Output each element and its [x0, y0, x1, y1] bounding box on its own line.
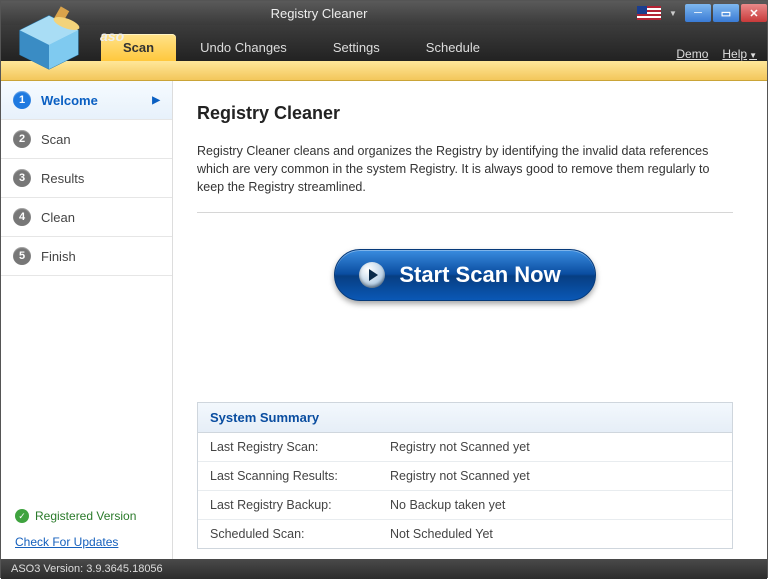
summary-row: Last Scanning Results:Registry not Scann…: [198, 462, 732, 491]
wizard-sidebar: 1 Welcome ▶ 2 Scan 3 Results 4 Clean 5 F…: [1, 81, 173, 559]
tab-settings[interactable]: Settings: [311, 34, 402, 61]
demo-link[interactable]: Demo: [676, 47, 708, 61]
divider: [197, 212, 733, 213]
brand-label: aso: [100, 28, 124, 44]
sidebar-step-scan[interactable]: 2 Scan: [1, 120, 172, 159]
status-version: ASO3 Version: 3.9.3645.18056: [11, 563, 163, 575]
window-title: Registry Cleaner: [1, 6, 637, 21]
summary-row: Scheduled Scan:Not Scheduled Yet: [198, 520, 732, 548]
chevron-down-icon: ▼: [749, 51, 757, 60]
summary-heading: System Summary: [198, 403, 732, 433]
tab-undo-changes[interactable]: Undo Changes: [178, 34, 309, 61]
minimize-button[interactable]: ─: [685, 4, 711, 22]
step-label: Scan: [41, 132, 71, 147]
play-icon: [359, 262, 385, 288]
step-number-icon: 2: [13, 130, 31, 148]
page-description: Registry Cleaner cleans and organizes th…: [197, 142, 733, 196]
sidebar-step-results[interactable]: 3 Results: [1, 159, 172, 198]
step-number-icon: 5: [13, 247, 31, 265]
step-label: Clean: [41, 210, 75, 225]
step-number-icon: 1: [13, 91, 31, 109]
system-summary-panel: System Summary Last Registry Scan:Regist…: [197, 402, 733, 549]
check-for-updates-link[interactable]: Check For Updates: [15, 535, 158, 549]
locale-dropdown-icon[interactable]: ▼: [669, 9, 679, 18]
summary-row: Last Registry Scan:Registry not Scanned …: [198, 433, 732, 462]
app-logo-icon: [10, 6, 88, 74]
start-scan-button[interactable]: Start Scan Now: [334, 249, 595, 301]
locale-flag-icon[interactable]: [637, 6, 661, 20]
page-title: Registry Cleaner: [197, 103, 733, 124]
registered-version-label: ✓ Registered Version: [15, 509, 158, 523]
help-link[interactable]: Help▼: [722, 47, 757, 61]
tab-schedule[interactable]: Schedule: [404, 34, 502, 61]
close-button[interactable]: ✕: [741, 4, 767, 22]
step-number-icon: 4: [13, 208, 31, 226]
check-circle-icon: ✓: [15, 509, 29, 523]
sidebar-step-finish[interactable]: 5 Finish: [1, 237, 172, 276]
step-label: Results: [41, 171, 84, 186]
maximize-button[interactable]: ▭: [713, 4, 739, 22]
sidebar-step-clean[interactable]: 4 Clean: [1, 198, 172, 237]
step-label: Welcome: [41, 93, 98, 108]
chevron-right-icon: ▶: [152, 95, 160, 106]
step-number-icon: 3: [13, 169, 31, 187]
step-label: Finish: [41, 249, 76, 264]
sidebar-step-welcome[interactable]: 1 Welcome ▶: [1, 81, 172, 120]
summary-row: Last Registry Backup:No Backup taken yet: [198, 491, 732, 520]
toolbar-stripe: [1, 61, 767, 81]
